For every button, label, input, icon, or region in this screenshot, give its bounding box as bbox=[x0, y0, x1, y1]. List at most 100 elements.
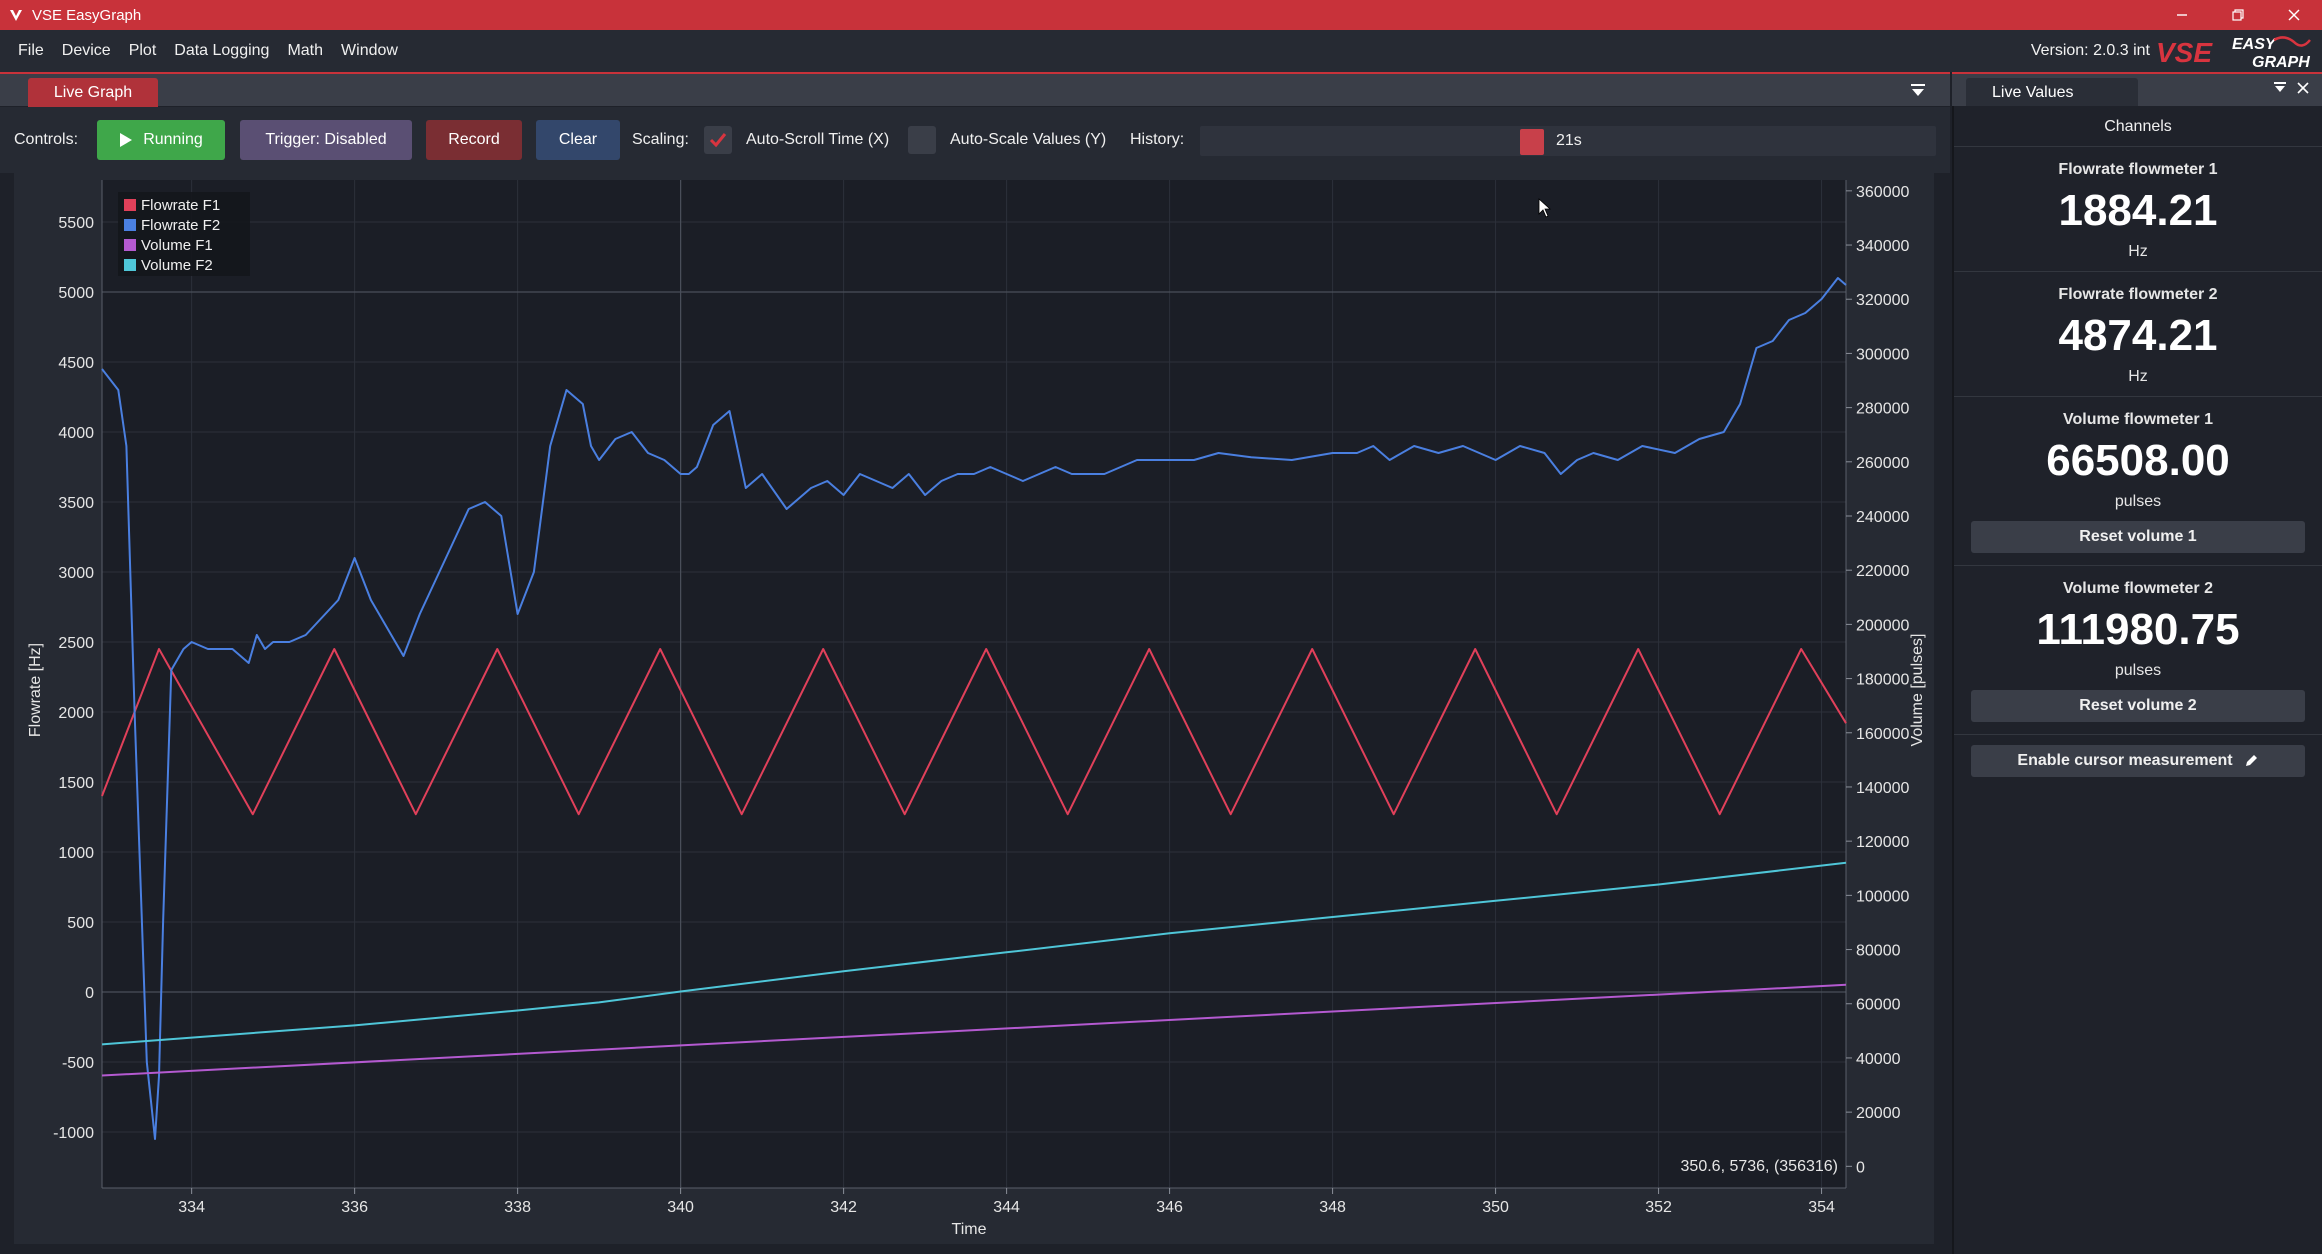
menu-file[interactable]: File bbox=[18, 42, 44, 60]
tab-menu-icon[interactable] bbox=[1908, 82, 1928, 100]
y-tick-label: 4000 bbox=[58, 425, 94, 442]
channel-name: Volume flowmeter 2 bbox=[2063, 580, 2213, 597]
legend-swatch bbox=[124, 239, 136, 251]
channel-flowrate-2: Flowrate flowmeter 2 4874.21 Hz bbox=[1954, 271, 2322, 396]
history-value: 21s bbox=[1556, 132, 1582, 149]
y2-tick-label: 360000 bbox=[1856, 184, 1909, 201]
y2-tick-label: 140000 bbox=[1856, 780, 1909, 797]
plot-area[interactable] bbox=[102, 180, 1846, 1188]
y-tick-label: 2500 bbox=[58, 635, 94, 652]
channels-header: Channels bbox=[2104, 118, 2172, 135]
x-tick-label: 336 bbox=[341, 1199, 368, 1216]
y-tick-label: 4500 bbox=[58, 355, 94, 372]
version-label: Version: 2.0.3 int bbox=[2030, 42, 2150, 59]
channel-name: Flowrate flowmeter 2 bbox=[2058, 286, 2218, 303]
tab-live-graph[interactable]: Live Graph bbox=[28, 78, 158, 108]
menu-device[interactable]: Device bbox=[62, 42, 111, 60]
y-tick-label: 5500 bbox=[58, 215, 94, 232]
controls-bar: Controls: Running Trigger: Disabled Reco… bbox=[0, 107, 1950, 173]
channel-unit: Hz bbox=[2128, 368, 2148, 385]
clear-button[interactable]: Clear bbox=[536, 120, 620, 160]
y2-tick-label: 240000 bbox=[1856, 509, 1909, 526]
menu-data-logging[interactable]: Data Logging bbox=[174, 42, 269, 60]
x-tick-label: 334 bbox=[178, 1199, 205, 1216]
legend-entry: Flowrate F1 bbox=[141, 197, 220, 214]
autoscroll-checkbox[interactable] bbox=[704, 126, 732, 154]
channel-volume-2: Volume flowmeter 2 111980.75 pulses Rese… bbox=[1954, 565, 2322, 722]
legend-swatch bbox=[124, 259, 136, 271]
x-tick-label: 354 bbox=[1808, 1199, 1835, 1216]
y-axis-label-left: Flowrate [Hz] bbox=[27, 643, 44, 737]
menu-math[interactable]: Math bbox=[287, 42, 323, 60]
app-window: VSE EasyGraph File Device Plot Data Logg… bbox=[0, 0, 2322, 1254]
history-slider-handle[interactable] bbox=[1520, 129, 1544, 155]
trigger-button[interactable]: Trigger: Disabled bbox=[240, 120, 412, 160]
autoscroll-label: Auto-Scroll Time (X) bbox=[746, 131, 890, 148]
cursor-readout: 350.6, 5736, (356316) bbox=[1681, 1158, 1838, 1175]
y2-tick-label: 100000 bbox=[1856, 888, 1909, 905]
app-icon bbox=[6, 5, 26, 25]
x-tick-label: 340 bbox=[667, 1199, 694, 1216]
panel-close-icon[interactable] bbox=[2296, 80, 2310, 96]
y2-tick-label: 200000 bbox=[1856, 617, 1909, 634]
vse-easygraph-logo: VSE EASY GRAPH bbox=[2156, 36, 2311, 71]
history-label: History: bbox=[1130, 131, 1185, 148]
y-tick-label: 2000 bbox=[58, 705, 94, 722]
y2-tick-label: 120000 bbox=[1856, 834, 1909, 851]
y-tick-label: 1000 bbox=[58, 845, 94, 862]
history-slider[interactable]: 21s bbox=[1200, 126, 1936, 156]
pencil-icon bbox=[2245, 755, 2257, 766]
enable-cursor-measurement-button[interactable]: Enable cursor measurement bbox=[1971, 745, 2305, 777]
x-axis-label: Time bbox=[952, 1221, 987, 1238]
channel-value: 1884.21 bbox=[2058, 186, 2218, 235]
reset-volume-1-button[interactable]: Reset volume 1 bbox=[1971, 521, 2305, 553]
restore-icon[interactable] bbox=[2210, 0, 2266, 30]
autoscale-checkbox[interactable] bbox=[908, 126, 936, 154]
y2-tick-label: 320000 bbox=[1856, 292, 1909, 309]
autoscale-label: Auto-Scale Values (Y) bbox=[950, 131, 1107, 148]
y2-tick-label: 20000 bbox=[1856, 1105, 1901, 1122]
x-tick-label: 348 bbox=[1319, 1199, 1346, 1216]
y2-tick-label: 300000 bbox=[1856, 346, 1909, 363]
minimize-icon[interactable] bbox=[2154, 0, 2210, 30]
channel-value: 66508.00 bbox=[2046, 436, 2230, 485]
y2-tick-label: 260000 bbox=[1856, 455, 1909, 472]
y2-tick-label: 80000 bbox=[1856, 943, 1901, 960]
record-button[interactable]: Record bbox=[426, 120, 522, 160]
y-tick-label: -500 bbox=[62, 1055, 94, 1072]
channel-unit: pulses bbox=[2114, 493, 2162, 510]
cursor-section: Enable cursor measurement bbox=[1954, 734, 2322, 777]
x-tick-label: 350 bbox=[1482, 1199, 1509, 1216]
legend-entry: Volume F1 bbox=[141, 237, 213, 254]
controls-label: Controls: bbox=[14, 131, 79, 148]
legend-entry: Volume F2 bbox=[141, 257, 213, 274]
channel-name: Flowrate flowmeter 1 bbox=[2058, 161, 2218, 178]
y2-tick-label: 40000 bbox=[1856, 1051, 1901, 1068]
legend-swatch bbox=[124, 199, 136, 211]
graph-panel: 334 336 338 340 342 344 346 348 350 352 354 -1000 -5… bbox=[14, 170, 1934, 1244]
channel-name: Volume flowmeter 1 bbox=[2063, 411, 2213, 428]
y-tick-label: 3000 bbox=[58, 565, 94, 582]
x-tick-label: 342 bbox=[830, 1199, 857, 1216]
menu-bar: File Device Plot Data Logging Math Windo… bbox=[0, 30, 2322, 72]
running-button[interactable]: Running bbox=[97, 120, 225, 160]
main-tab-strip: Live Graph bbox=[0, 72, 1950, 108]
x-tick-label: 338 bbox=[504, 1199, 531, 1216]
channel-flowrate-1: Flowrate flowmeter 1 1884.21 Hz bbox=[1954, 146, 2322, 271]
live-values-panel: Channels Flowrate flowmeter 1 1884.21 Hz… bbox=[1952, 106, 2322, 1254]
reset-volume-2-button[interactable]: Reset volume 2 bbox=[1971, 690, 2305, 722]
y-tick-label: 1500 bbox=[58, 775, 94, 792]
close-icon[interactable] bbox=[2266, 0, 2322, 30]
menu-window[interactable]: Window bbox=[341, 42, 398, 60]
live-graph-chart[interactable]: 334 336 338 340 342 344 346 348 350 352 354 -1000 -5… bbox=[14, 170, 1934, 1244]
channel-unit: Hz bbox=[2128, 243, 2148, 260]
play-icon bbox=[120, 133, 133, 147]
x-tick-label: 344 bbox=[993, 1199, 1020, 1216]
tab-live-values[interactable]: Live Values bbox=[1966, 78, 2138, 108]
svg-text:EASY: EASY bbox=[2232, 36, 2277, 53]
y2-tick-label: 160000 bbox=[1856, 726, 1909, 743]
panel-menu-icon[interactable] bbox=[2272, 80, 2288, 96]
menu-plot[interactable]: Plot bbox=[129, 42, 157, 60]
scaling-label: Scaling: bbox=[632, 131, 689, 148]
channel-volume-1: Volume flowmeter 1 66508.00 pulses Reset… bbox=[1954, 396, 2322, 553]
